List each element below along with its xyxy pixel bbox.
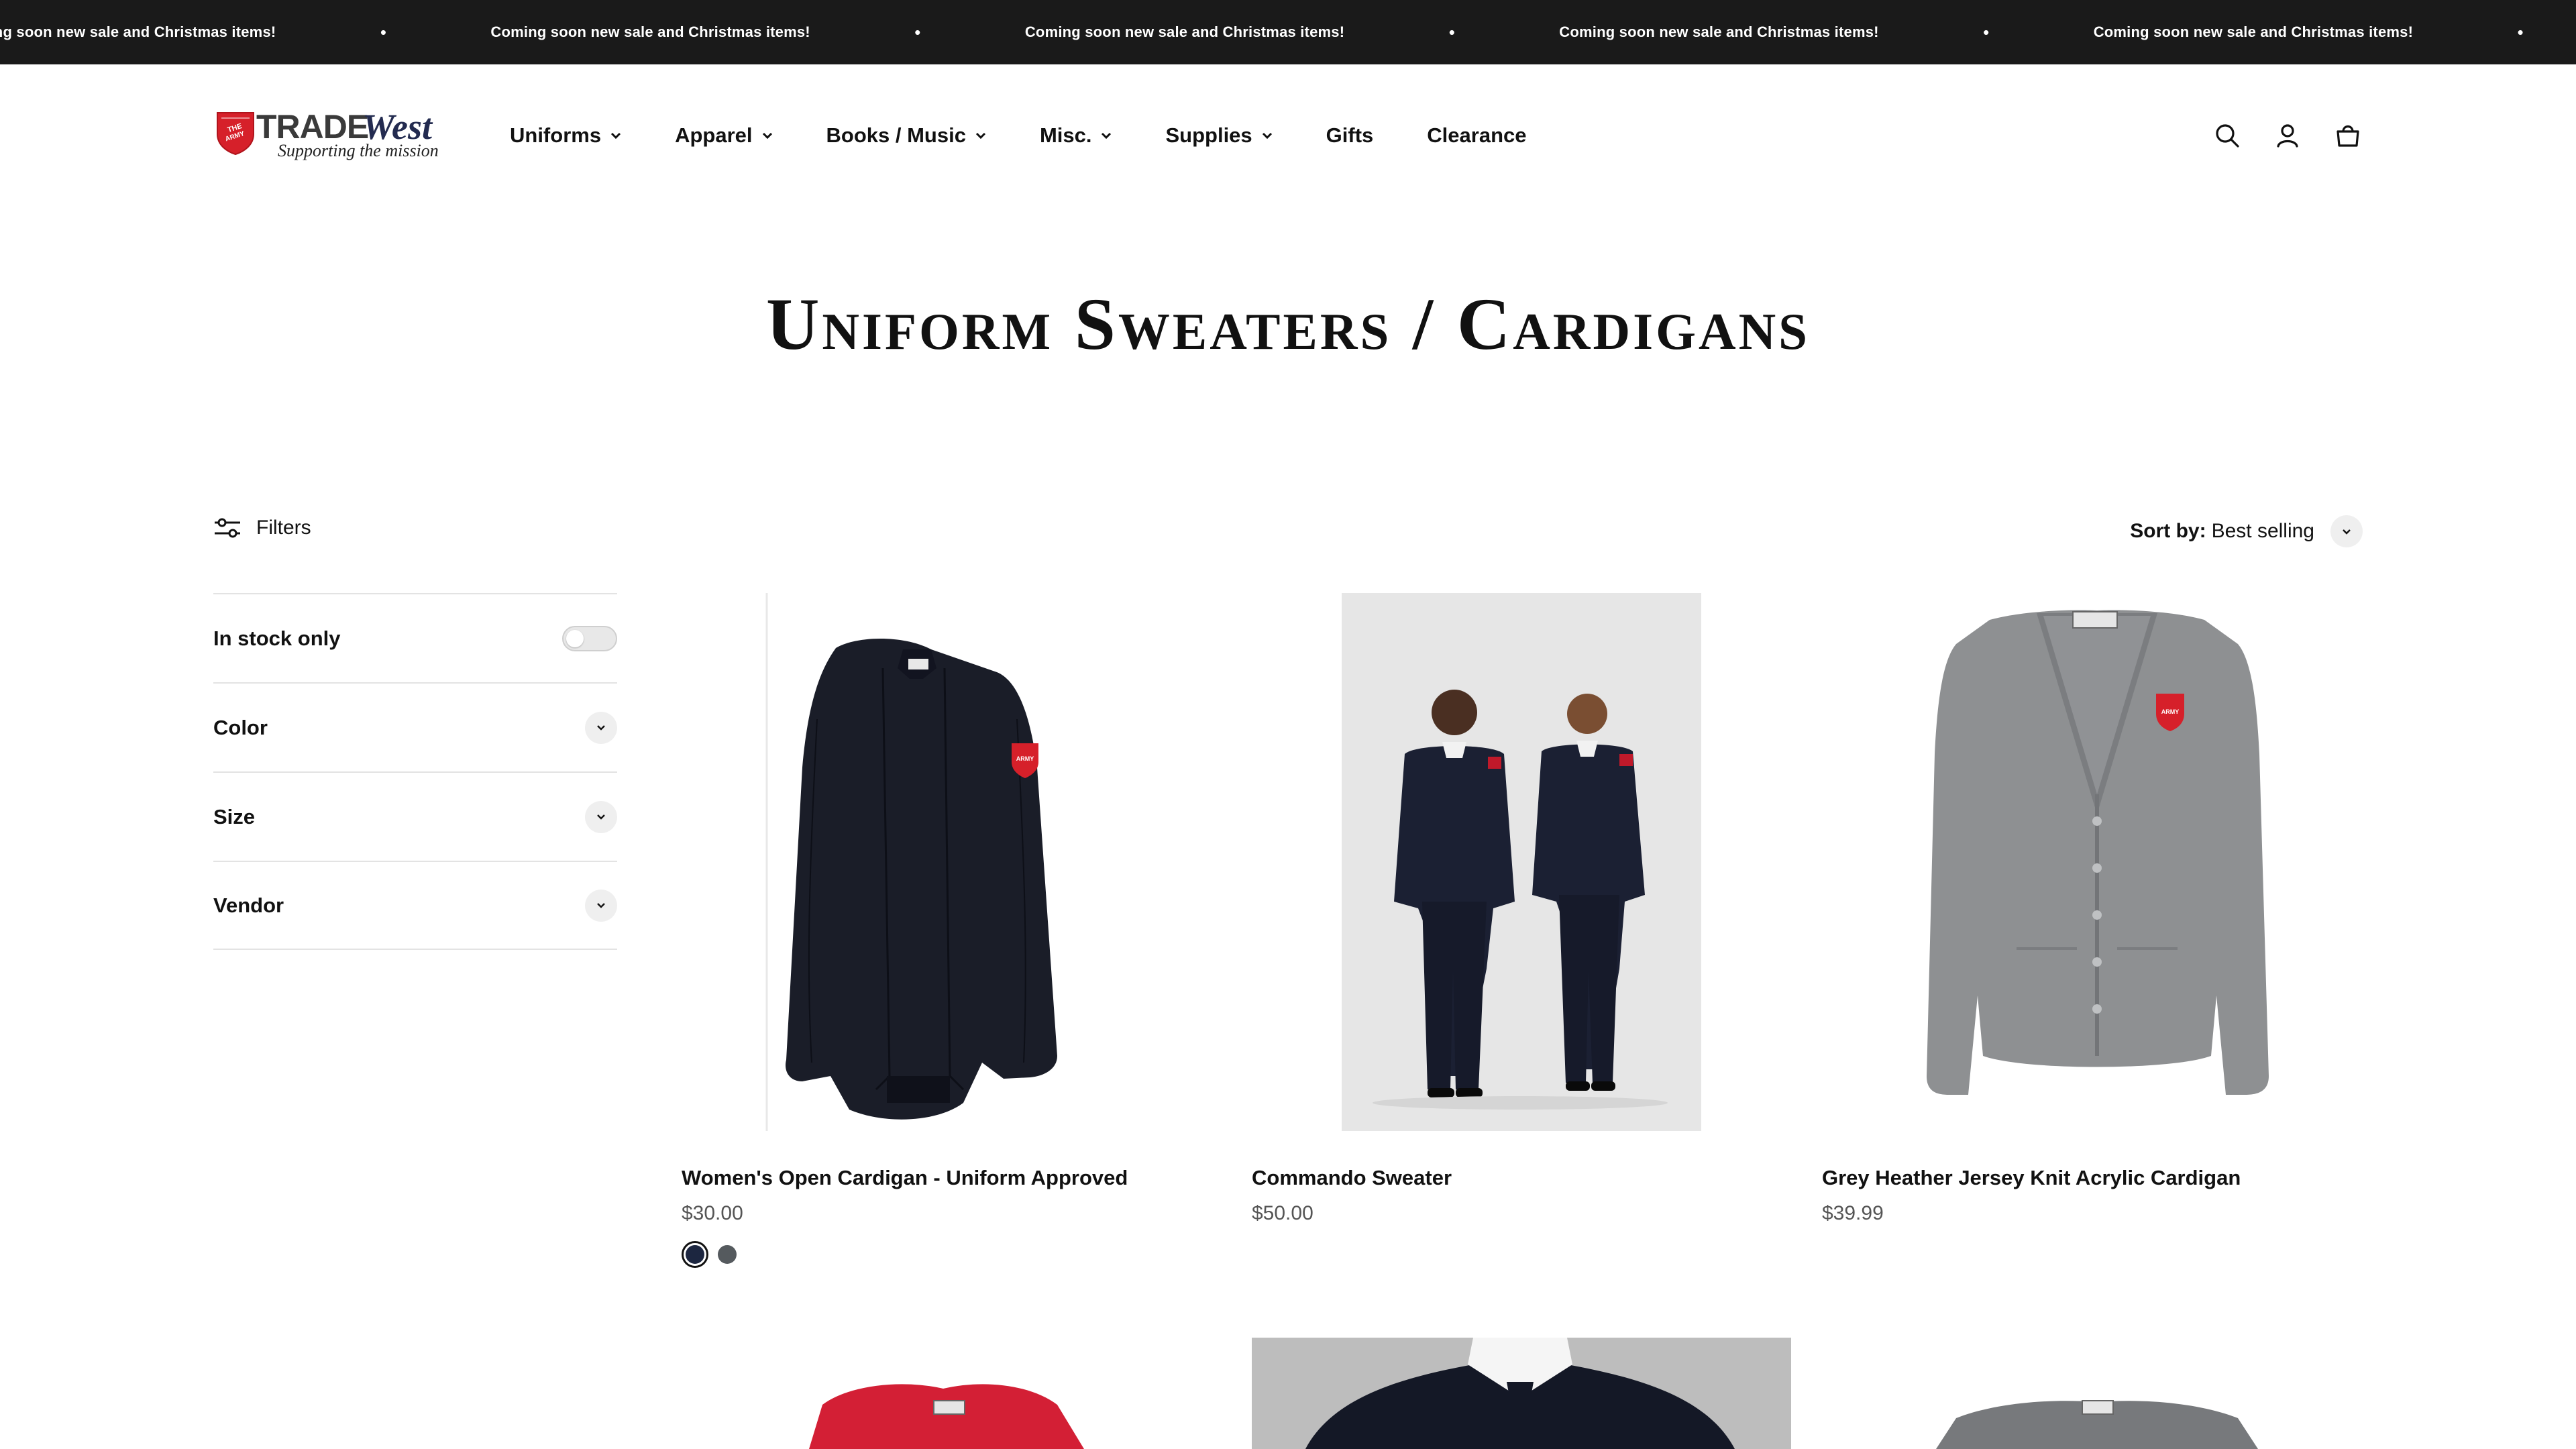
announcement-separator: • — [914, 21, 921, 42]
filter-sidebar: In stock only Color Size Vendor — [213, 593, 617, 950]
nav-item-apparel[interactable]: Apparel — [675, 123, 772, 148]
nav-item-label: Books / Music — [826, 123, 966, 147]
filters-button[interactable]: Filters — [213, 517, 311, 539]
search-icon[interactable] — [2212, 121, 2242, 150]
nav-item-books-music[interactable]: Books / Music — [826, 123, 986, 148]
color-swatches — [682, 1241, 746, 1268]
chevron-down-icon — [975, 132, 985, 139]
announcement-text: Coming soon new sale and Christmas items… — [0, 23, 276, 40]
announcement-separator: • — [2517, 21, 2524, 42]
nav-item-supplies[interactable]: Supplies — [1165, 123, 1272, 148]
sort-value: Best selling — [2211, 520, 2314, 542]
nav-item-clearance[interactable]: Clearance — [1427, 123, 1526, 148]
in-stock-toggle[interactable] — [562, 625, 617, 651]
announcement-bar: Coming soon new sale and Christmas items… — [0, 0, 2576, 64]
filter-group-color[interactable]: Color — [213, 682, 617, 771]
product-card[interactable]: Commando Sweater $50.00 — [1252, 593, 1791, 1264]
expand-color-button[interactable] — [585, 711, 617, 744]
announcement-text: Coming soon new sale and Christmas items… — [1024, 23, 1345, 40]
filter-in-stock[interactable]: In stock only — [213, 593, 617, 682]
main-nav: Uniforms Apparel Books / Music Misc. Sup… — [510, 64, 1580, 207]
sort-label: Sort by: — [2130, 520, 2206, 542]
announcement-item: Coming soon new sale and Christmas items… — [1025, 22, 1559, 43]
filters-label: Filters — [256, 517, 311, 539]
announcement-text: Coming soon new sale and Christmas items… — [1559, 23, 1879, 40]
announcement-item: Coming soon new sale and Christmas items… — [2094, 22, 2576, 43]
chevron-down-icon — [597, 903, 605, 908]
swatch-color-dot — [718, 1245, 737, 1264]
svg-text:ARMY: ARMY — [1016, 755, 1034, 762]
announcement-text: Coming soon new sale and Christmas items… — [2093, 23, 2414, 40]
site-header: THE ARMY TRADE West Supporting the missi… — [0, 64, 2576, 207]
announcement-separator: • — [380, 21, 386, 42]
product-name[interactable]: Commando Sweater — [1252, 1166, 1452, 1190]
svg-text:ARMY: ARMY — [2161, 708, 2180, 715]
chevron-down-icon — [1262, 132, 1272, 139]
product-image[interactable] — [682, 1338, 1221, 1449]
filter-group-label: Color — [213, 715, 268, 739]
nav-item-label: Uniforms — [510, 123, 602, 147]
product-image[interactable] — [1822, 1338, 2361, 1449]
logo-tagline: Supporting the mission — [278, 141, 439, 160]
chevron-down-icon — [597, 814, 605, 820]
product-image[interactable]: ARMY — [682, 593, 1221, 1131]
product-name[interactable]: Grey Heather Jersey Knit Acrylic Cardiga… — [1822, 1166, 2241, 1190]
nav-item-gifts[interactable]: Gifts — [1326, 123, 1374, 148]
product-price: $39.99 — [1822, 1202, 1884, 1224]
announcement-item: Coming soon new sale and Christmas items… — [0, 22, 490, 43]
nav-item-label: Clearance — [1427, 123, 1527, 147]
product-card[interactable]: ARMY Women's Open Cardigan - Uniform App… — [682, 593, 1221, 1268]
chevron-down-icon — [762, 132, 772, 139]
product-image[interactable]: ARMY — [1822, 593, 2361, 1131]
product-card[interactable]: ARMY Grey Heather Jersey Knit Acrylic Ca… — [1822, 593, 2361, 1264]
product-price: $50.00 — [1252, 1202, 1313, 1224]
expand-vendor-button[interactable] — [585, 889, 617, 922]
announcement-text: Coming soon new sale and Christmas items… — [490, 23, 810, 40]
filter-group-vendor[interactable]: Vendor — [213, 861, 617, 950]
announcement-separator: • — [1983, 21, 1990, 42]
chevron-down-icon — [2343, 529, 2351, 535]
toggle-knob — [566, 629, 584, 647]
expand-size-button[interactable] — [585, 800, 617, 833]
swatch-navy[interactable] — [682, 1241, 708, 1268]
announcement-item: Coming soon new sale and Christmas items… — [490, 22, 1024, 43]
announcement-separator: • — [1448, 21, 1455, 42]
filters-icon — [215, 518, 240, 538]
product-image[interactable] — [1252, 1338, 1791, 1449]
filter-group-size[interactable]: Size — [213, 771, 617, 861]
filter-in-stock-label: In stock only — [213, 626, 341, 650]
chevron-down-icon — [611, 132, 621, 139]
sort-dropdown-button[interactable] — [2330, 515, 2363, 547]
nav-item-label: Supplies — [1165, 123, 1252, 147]
cart-icon[interactable] — [2333, 121, 2363, 150]
filter-group-label: Vendor — [213, 893, 284, 917]
filter-group-label: Size — [213, 804, 256, 828]
nav-item-uniforms[interactable]: Uniforms — [510, 123, 621, 148]
salvation-army-shield-icon: THE ARMY — [217, 112, 254, 156]
sort-control[interactable]: Sort by: Best selling — [2130, 515, 2363, 547]
site-logo[interactable]: THE ARMY TRADE West Supporting the missi… — [213, 107, 459, 165]
chevron-down-icon — [1102, 132, 1112, 139]
announcement-track: Coming soon new sale and Christmas items… — [0, 0, 2576, 64]
nav-item-label: Misc. — [1039, 123, 1092, 147]
announcement-item: Coming soon new sale and Christmas items… — [1559, 22, 2093, 43]
chevron-down-icon — [597, 725, 605, 731]
page-title: Uniform Sweaters / Cardigans — [765, 283, 1810, 365]
swatch-charcoal[interactable] — [714, 1241, 741, 1268]
swatch-color-dot — [686, 1245, 704, 1264]
header-actions — [2182, 64, 2363, 207]
product-image[interactable] — [1252, 593, 1791, 1131]
nav-item-label: Apparel — [675, 123, 753, 147]
product-price: $30.00 — [682, 1202, 743, 1224]
account-icon[interactable] — [2273, 121, 2302, 150]
nav-item-misc[interactable]: Misc. — [1040, 123, 1112, 148]
nav-item-label: Gifts — [1326, 123, 1374, 147]
product-name[interactable]: Women's Open Cardigan - Uniform Approved — [682, 1166, 1128, 1190]
